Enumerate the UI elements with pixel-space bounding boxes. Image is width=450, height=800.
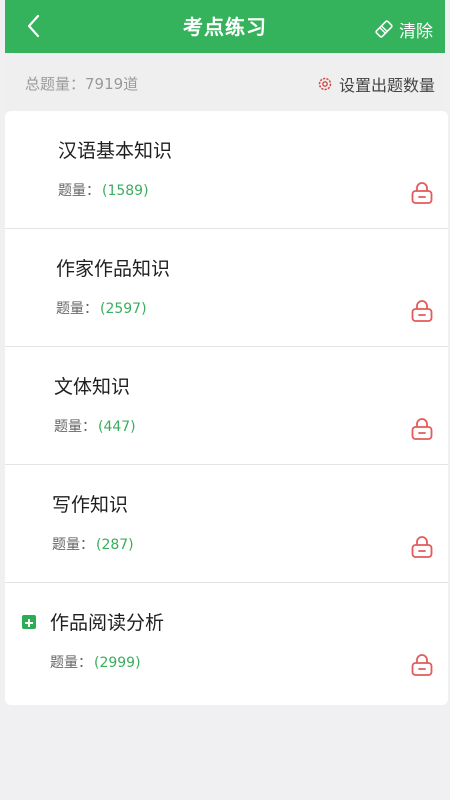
lock-icon[interactable] — [410, 417, 434, 441]
count-label: 题量： — [56, 301, 98, 317]
list-item[interactable]: 作家作品知识 题量： (2597) — [5, 229, 448, 347]
list-item[interactable]: 写作知识 题量： (287) — [5, 465, 448, 583]
top-bar: 考点练习 清除 — [5, 0, 445, 53]
plus-glyph — [25, 619, 33, 627]
plus-icon[interactable] — [22, 615, 36, 629]
count-value: (2597) — [100, 301, 147, 317]
item-title: 作家作品知识 — [56, 258, 171, 280]
eraser-icon — [375, 20, 393, 38]
list-item[interactable]: 作品阅读分析 题量： (2999) — [5, 583, 448, 700]
count-value: (287) — [96, 537, 134, 553]
item-count: 题量： (1589) — [58, 180, 149, 200]
list-item[interactable]: 文体知识 题量： (447) — [5, 347, 448, 465]
count-label: 题量： — [50, 655, 92, 671]
summary-bar: 总题量：7919道 设置出题数量 — [5, 53, 445, 111]
topic-list: 汉语基本知识 题量： (1589) 作家作品知识 题量： (2597) 文体知识 题… — [5, 111, 448, 705]
count-label: 题量： — [54, 419, 96, 435]
item-title: 文体知识 — [54, 376, 131, 398]
gear-icon — [318, 77, 332, 91]
count-label: 题量： — [52, 537, 94, 553]
lock-icon[interactable] — [410, 653, 434, 677]
set-question-count-button[interactable]: 设置出题数量 — [317, 72, 435, 96]
item-count: 题量： (287) — [52, 534, 134, 554]
item-title: 汉语基本知识 — [58, 140, 173, 162]
item-count: 题量： (2597) — [56, 298, 147, 318]
item-count: 题量： (447) — [54, 416, 136, 436]
item-count: 题量： (2999) — [50, 652, 141, 672]
list-item[interactable]: 汉语基本知识 题量： (1589) — [5, 111, 448, 229]
count-value: (1589) — [102, 183, 149, 199]
lock-icon[interactable] — [410, 535, 434, 559]
total-count: 总题量：7919道 — [25, 75, 139, 93]
count-label: 题量： — [58, 183, 100, 199]
item-title: 作品阅读分析 — [50, 612, 165, 634]
clear-label: 清除 — [399, 21, 433, 42]
lock-icon[interactable] — [410, 299, 434, 323]
clear-button[interactable]: 清除 — [374, 18, 433, 42]
item-title: 写作知识 — [52, 494, 129, 516]
lock-icon[interactable] — [410, 181, 434, 205]
count-value: (2999) — [94, 655, 141, 671]
set-count-label: 设置出题数量 — [338, 76, 435, 95]
count-value: (447) — [98, 419, 136, 435]
